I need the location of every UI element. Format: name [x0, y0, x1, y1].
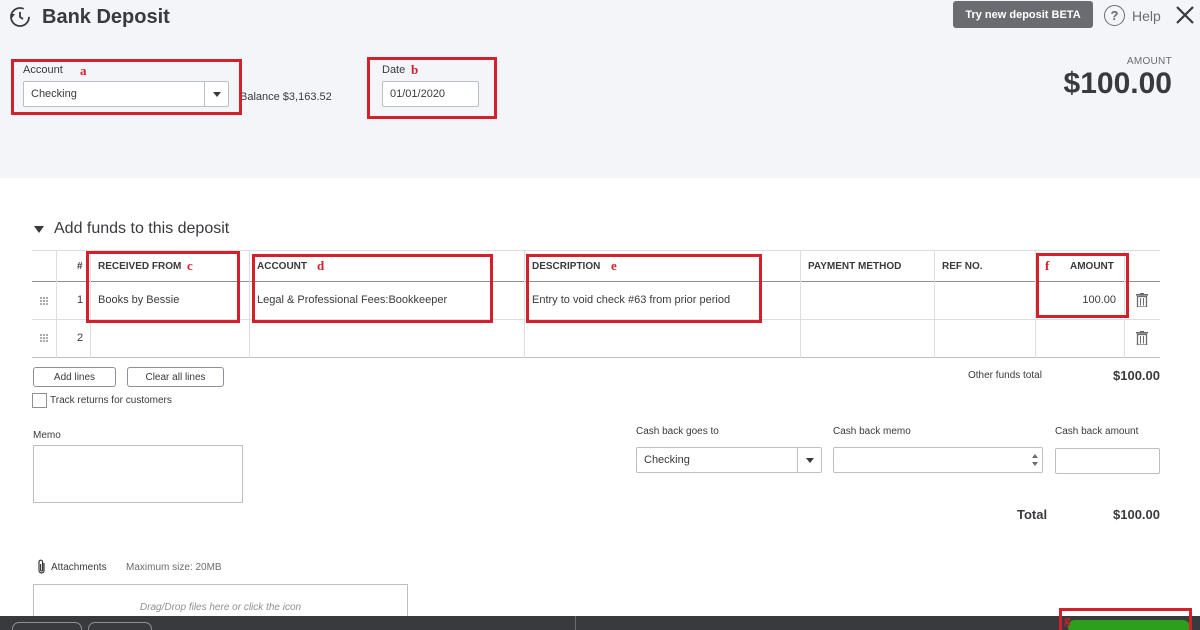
column-divider	[249, 250, 250, 358]
cash-back-account-select[interactable]: Checking	[636, 447, 822, 473]
try-new-deposit-button[interactable]: Try new deposit BETA	[953, 1, 1093, 28]
dropzone-text: Drag/Drop files here or click the icon	[139, 602, 302, 613]
chevron-down-icon[interactable]	[797, 448, 821, 472]
trash-icon[interactable]	[1136, 293, 1148, 307]
column-divider	[524, 250, 525, 358]
attachments-label: Attachments	[51, 562, 107, 573]
annotation-label-d: d	[317, 258, 325, 273]
footer-bar	[0, 616, 1200, 630]
cash-back-amount-label: Cash back amount	[1055, 426, 1139, 437]
footer-divider	[575, 616, 576, 630]
annotation-label-e: e	[611, 258, 617, 273]
total-value: $100.00	[1113, 507, 1160, 522]
attachments-max-size: Maximum size: 20MB	[126, 562, 222, 573]
memo-textarea[interactable]	[33, 445, 243, 503]
column-divider	[800, 250, 801, 358]
add-lines-button[interactable]: Add lines	[33, 367, 116, 387]
other-funds-value: $100.00	[1113, 368, 1160, 383]
amount-caption: AMOUNT	[1126, 56, 1172, 67]
row-number: 2	[77, 332, 84, 344]
cash-back-goes-to-label: Cash back goes to	[636, 426, 719, 437]
total-label: Total	[1017, 507, 1048, 522]
page-title: Bank Deposit	[42, 5, 170, 28]
annotation-box-b	[367, 57, 497, 119]
annotation-box-g	[1059, 608, 1192, 630]
annotation-label-g: g	[1064, 612, 1071, 627]
help-label[interactable]: Help	[1132, 8, 1161, 24]
title-row: Bank Deposit	[8, 4, 170, 30]
annotation-box-a	[11, 59, 242, 115]
cash-back-memo-label: Cash back memo	[833, 426, 911, 437]
clear-all-lines-button[interactable]: Clear all lines	[127, 367, 224, 387]
column-header-number: #	[77, 261, 83, 272]
trash-icon[interactable]	[1136, 331, 1148, 345]
row-number: 1	[77, 294, 84, 306]
section-header[interactable]: Add funds to this deposit	[34, 220, 229, 238]
annotation-box-d	[252, 254, 493, 323]
column-divider	[56, 250, 57, 358]
track-returns-label: Track returns for customers	[50, 395, 172, 406]
help-icon[interactable]: ?	[1104, 5, 1125, 26]
recent-transactions-icon[interactable]	[8, 5, 32, 29]
cancel-button[interactable]	[12, 622, 82, 630]
drag-handle-icon[interactable]	[39, 333, 49, 343]
other-funds-label: Other funds total	[968, 370, 1042, 381]
drag-handle-icon[interactable]	[39, 296, 49, 306]
track-returns-checkbox[interactable]	[32, 393, 47, 408]
column-header-ref-no: REF NO.	[942, 261, 983, 272]
annotation-box-e	[526, 254, 762, 323]
annotation-label-b: b	[411, 62, 419, 77]
memo-label: Memo	[33, 430, 61, 441]
account-balance: Balance $3,163.52	[240, 91, 332, 103]
spinner-arrows-icon[interactable]	[1028, 448, 1042, 472]
annotation-label-a: a	[80, 63, 87, 78]
amount-total-display: $100.00	[1063, 67, 1172, 100]
cash-back-amount-input[interactable]	[1055, 448, 1160, 474]
section-title: Add funds to this deposit	[54, 220, 230, 237]
collapse-triangle-icon[interactable]	[34, 225, 44, 233]
annotation-box-c	[86, 251, 240, 323]
cash-back-memo-input[interactable]	[833, 447, 1043, 473]
bank-deposit-page: Bank Deposit Try new deposit BETA ? Help…	[0, 0, 1200, 630]
annotation-label-f: f	[1045, 258, 1050, 273]
clear-button[interactable]	[88, 622, 152, 630]
paperclip-icon[interactable]	[36, 559, 47, 575]
close-icon[interactable]	[1174, 4, 1196, 26]
annotation-label-c: c	[187, 258, 193, 273]
cash-back-account-value: Checking	[644, 454, 690, 466]
column-header-payment-method: PAYMENT METHOD	[808, 261, 902, 272]
annotation-box-f	[1036, 253, 1129, 318]
column-divider	[934, 250, 935, 358]
